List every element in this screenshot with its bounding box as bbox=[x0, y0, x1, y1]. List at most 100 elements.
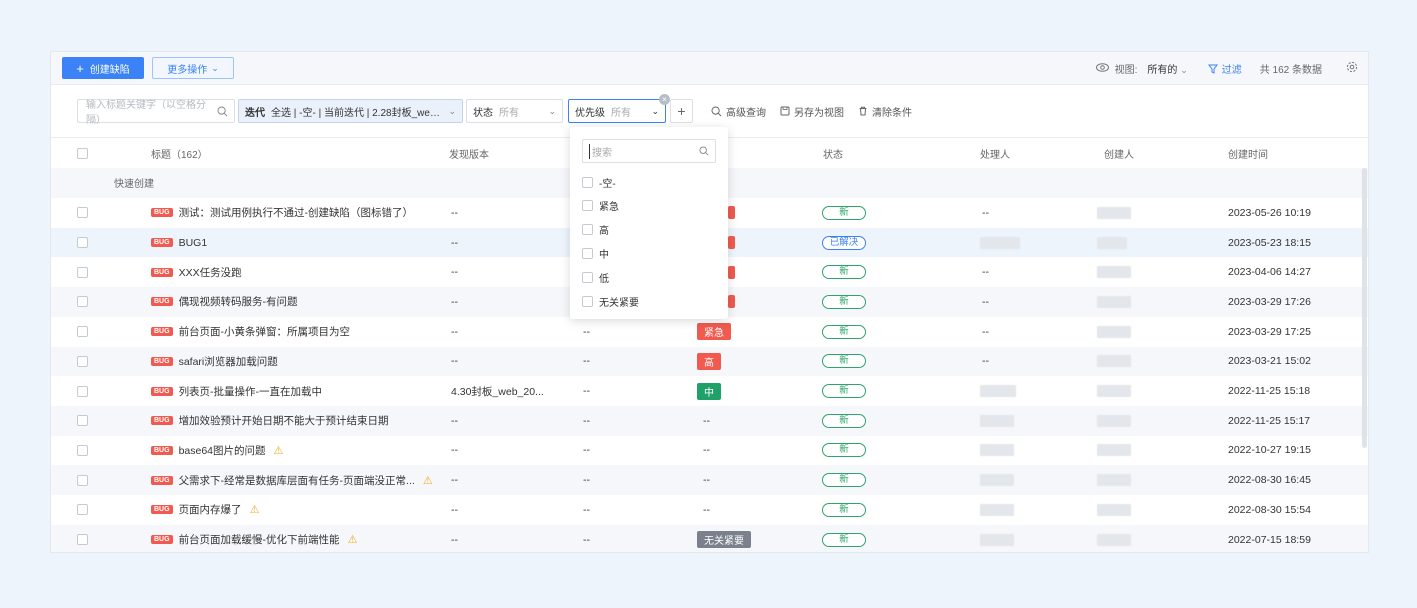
row-checkbox[interactable] bbox=[77, 355, 88, 367]
row-title[interactable]: base64图片的问题 bbox=[179, 443, 266, 458]
row-title-cell[interactable]: BUG 页面内存爆了 ⚠ bbox=[151, 495, 259, 525]
row-status-cell[interactable]: 新 bbox=[822, 406, 866, 436]
priority-filter[interactable]: 优先级 所有 ⌄ × bbox=[568, 94, 670, 123]
column-status[interactable]: 状态 bbox=[823, 138, 843, 168]
row-status-cell[interactable]: 新 bbox=[822, 436, 866, 466]
table-row[interactable]: BUG 前台页面加载缓慢-优化下前端性能 ⚠ -- -- 无关紧要 新 2022-07-15 … bbox=[51, 524, 1368, 552]
status-badge[interactable]: 新 bbox=[822, 443, 866, 458]
row-checkbox[interactable] bbox=[77, 504, 88, 516]
row-title[interactable]: safari浏览器加载问题 bbox=[179, 354, 278, 369]
row-status-cell[interactable]: 新 bbox=[822, 376, 866, 406]
priority-search-input[interactable]: 搜索 bbox=[582, 139, 716, 163]
row-checkbox[interactable] bbox=[77, 385, 88, 397]
priority-option[interactable]: 紧急 bbox=[582, 196, 619, 216]
row-title[interactable]: 页面内存爆了 bbox=[179, 502, 242, 517]
row-title-cell[interactable]: BUG 前台页面加载缓慢-优化下前端性能 ⚠ bbox=[151, 525, 357, 552]
clear-filter-icon[interactable]: × bbox=[659, 94, 670, 105]
status-badge[interactable]: 新 bbox=[822, 413, 866, 428]
row-checkbox[interactable] bbox=[77, 296, 88, 308]
row-title[interactable]: 前台页面加载缓慢-优化下前端性能 bbox=[179, 532, 340, 547]
status-badge[interactable]: 新 bbox=[822, 294, 866, 309]
view-select[interactable]: 所有的 ⌄ bbox=[1147, 61, 1187, 76]
priority-option[interactable]: 无关紧要 bbox=[582, 291, 639, 311]
row-checkbox[interactable] bbox=[77, 415, 88, 427]
row-title-cell[interactable]: BUG BUG1 bbox=[151, 228, 207, 258]
add-filter-button[interactable]: + bbox=[670, 99, 693, 123]
row-title[interactable]: BUG1 bbox=[179, 237, 208, 249]
row-status-cell[interactable]: 新 bbox=[822, 198, 866, 228]
row-status-cell[interactable]: 新 bbox=[822, 347, 866, 377]
status-badge[interactable]: 新 bbox=[822, 324, 866, 339]
option-checkbox[interactable] bbox=[582, 224, 593, 236]
row-status-cell[interactable]: 已解决 bbox=[822, 228, 866, 258]
row-checkbox[interactable] bbox=[77, 326, 88, 338]
option-checkbox[interactable] bbox=[582, 271, 593, 283]
option-checkbox[interactable] bbox=[582, 200, 593, 212]
row-status-cell[interactable]: 新 bbox=[822, 465, 866, 495]
row-title[interactable]: 测试：测试用例执行不通过-创建缺陷（图标错了） bbox=[179, 205, 414, 220]
option-checkbox[interactable] bbox=[582, 247, 593, 259]
create-defect-button[interactable]: + 创建缺陷 bbox=[62, 57, 144, 79]
row-title-cell[interactable]: BUG base64图片的问题 ⚠ bbox=[151, 436, 283, 466]
table-row[interactable]: BUG 列表页-批量操作-一直在加载中 4.30封板_web_20... -- 中 新 20… bbox=[51, 376, 1368, 406]
table-row[interactable]: BUG 增加效验预计开始日期不能大于预计结束日期 -- -- -- 新 2022-11-25… bbox=[51, 405, 1368, 436]
row-status-cell[interactable]: 新 bbox=[822, 317, 866, 347]
row-title-cell[interactable]: BUG 列表页-批量操作-一直在加载中 bbox=[151, 376, 322, 406]
row-checkbox[interactable] bbox=[77, 207, 88, 219]
row-title-cell[interactable]: BUG 前台页面-小黄条弹窗：所属项目为空 bbox=[151, 317, 350, 347]
row-checkbox[interactable] bbox=[77, 237, 88, 249]
row-title-cell[interactable]: BUG 增加效验预计开始日期不能大于预计结束日期 bbox=[151, 406, 389, 436]
status-badge[interactable]: 已解决 bbox=[822, 235, 866, 250]
option-checkbox[interactable] bbox=[582, 295, 593, 307]
row-status-cell[interactable]: 新 bbox=[822, 495, 866, 525]
row-title[interactable]: 父需求下-经常是数据库层面有任务-页面端没正常... bbox=[179, 473, 415, 488]
advanced-query-button[interactable]: 高级查询 bbox=[711, 104, 766, 119]
row-status-cell[interactable]: 新 bbox=[822, 287, 866, 317]
column-handler[interactable]: 处理人 bbox=[980, 138, 1010, 168]
priority-option[interactable]: 低 bbox=[582, 267, 609, 287]
table-row[interactable]: BUG 父需求下-经常是数据库层面有任务-页面端没正常... ⚠ -- -- -- 新 202… bbox=[51, 465, 1368, 495]
table-row[interactable]: BUG safari浏览器加载问题 -- -- 高 新 -- 2023-03-21 15:02 bbox=[51, 346, 1368, 377]
row-title[interactable]: 列表页-批量操作-一直在加载中 bbox=[179, 384, 323, 399]
vertical-scrollbar[interactable] bbox=[1362, 168, 1367, 448]
gear-icon[interactable] bbox=[1346, 61, 1358, 76]
iteration-filter[interactable]: 迭代 全选 | -空- | 当前迭代 | 2.28封板_web_20... ⌄ bbox=[238, 99, 463, 123]
row-title[interactable]: XXX任务没跑 bbox=[179, 265, 242, 280]
row-checkbox[interactable] bbox=[77, 266, 88, 278]
status-badge[interactable]: 新 bbox=[822, 265, 866, 280]
row-title-cell[interactable]: BUG 测试：测试用例执行不通过-创建缺陷（图标错了） bbox=[151, 198, 413, 228]
status-badge[interactable]: 新 bbox=[822, 502, 866, 517]
table-row[interactable]: BUG base64图片的问题 ⚠ -- -- -- 新 2022-10-27 19:15 bbox=[51, 436, 1368, 466]
save-view-button[interactable]: 另存为视图 bbox=[780, 104, 844, 119]
column-created-time[interactable]: 创建时间 bbox=[1228, 138, 1268, 168]
column-title[interactable]: 标题（162） bbox=[151, 138, 208, 168]
row-title-cell[interactable]: BUG XXX任务没跑 bbox=[151, 257, 242, 287]
column-found-version[interactable]: 发现版本 bbox=[449, 138, 489, 168]
status-badge[interactable]: 新 bbox=[822, 384, 866, 399]
row-checkbox[interactable] bbox=[77, 444, 88, 456]
row-checkbox[interactable] bbox=[77, 534, 88, 546]
status-badge[interactable]: 新 bbox=[822, 205, 866, 220]
clear-conditions-button[interactable]: 清除条件 bbox=[858, 104, 912, 119]
filter-toggle[interactable]: 过滤 bbox=[1207, 61, 1242, 76]
priority-option[interactable]: 中 bbox=[582, 243, 609, 263]
row-status-cell[interactable]: 新 bbox=[822, 525, 866, 552]
row-title[interactable]: 偶现视频转码服务-有问题 bbox=[179, 294, 298, 309]
row-title-cell[interactable]: BUG 偶现视频转码服务-有问题 bbox=[151, 287, 298, 317]
table-row[interactable]: BUG 页面内存爆了 ⚠ -- -- -- 新 2022-08-30 15:54 bbox=[51, 495, 1368, 525]
row-title-cell[interactable]: BUG 父需求下-经常是数据库层面有任务-页面端没正常... ⚠ bbox=[151, 465, 433, 495]
row-title[interactable]: 增加效验预计开始日期不能大于预计结束日期 bbox=[179, 413, 389, 428]
keyword-search-input[interactable]: 输入标题关键字（以空格分隔） bbox=[77, 99, 235, 126]
status-badge[interactable]: 新 bbox=[822, 354, 866, 369]
row-title[interactable]: 前台页面-小黄条弹窗：所属项目为空 bbox=[179, 324, 351, 339]
more-actions-button[interactable]: 更多操作 ⌄ bbox=[152, 57, 234, 79]
priority-option[interactable]: 高 bbox=[582, 220, 609, 240]
status-filter[interactable]: 状态 所有 ⌄ bbox=[466, 99, 563, 123]
row-status-cell[interactable]: 新 bbox=[822, 257, 866, 287]
select-all-checkbox[interactable] bbox=[77, 147, 88, 159]
table-row[interactable]: BUG 前台页面-小黄条弹窗：所属项目为空 -- -- 紧急 新 -- 2023-03-29 … bbox=[51, 317, 1368, 347]
row-checkbox[interactable] bbox=[77, 474, 88, 486]
priority-option[interactable]: -空- bbox=[582, 172, 616, 192]
option-checkbox[interactable] bbox=[582, 176, 593, 188]
status-badge[interactable]: 新 bbox=[822, 473, 866, 488]
